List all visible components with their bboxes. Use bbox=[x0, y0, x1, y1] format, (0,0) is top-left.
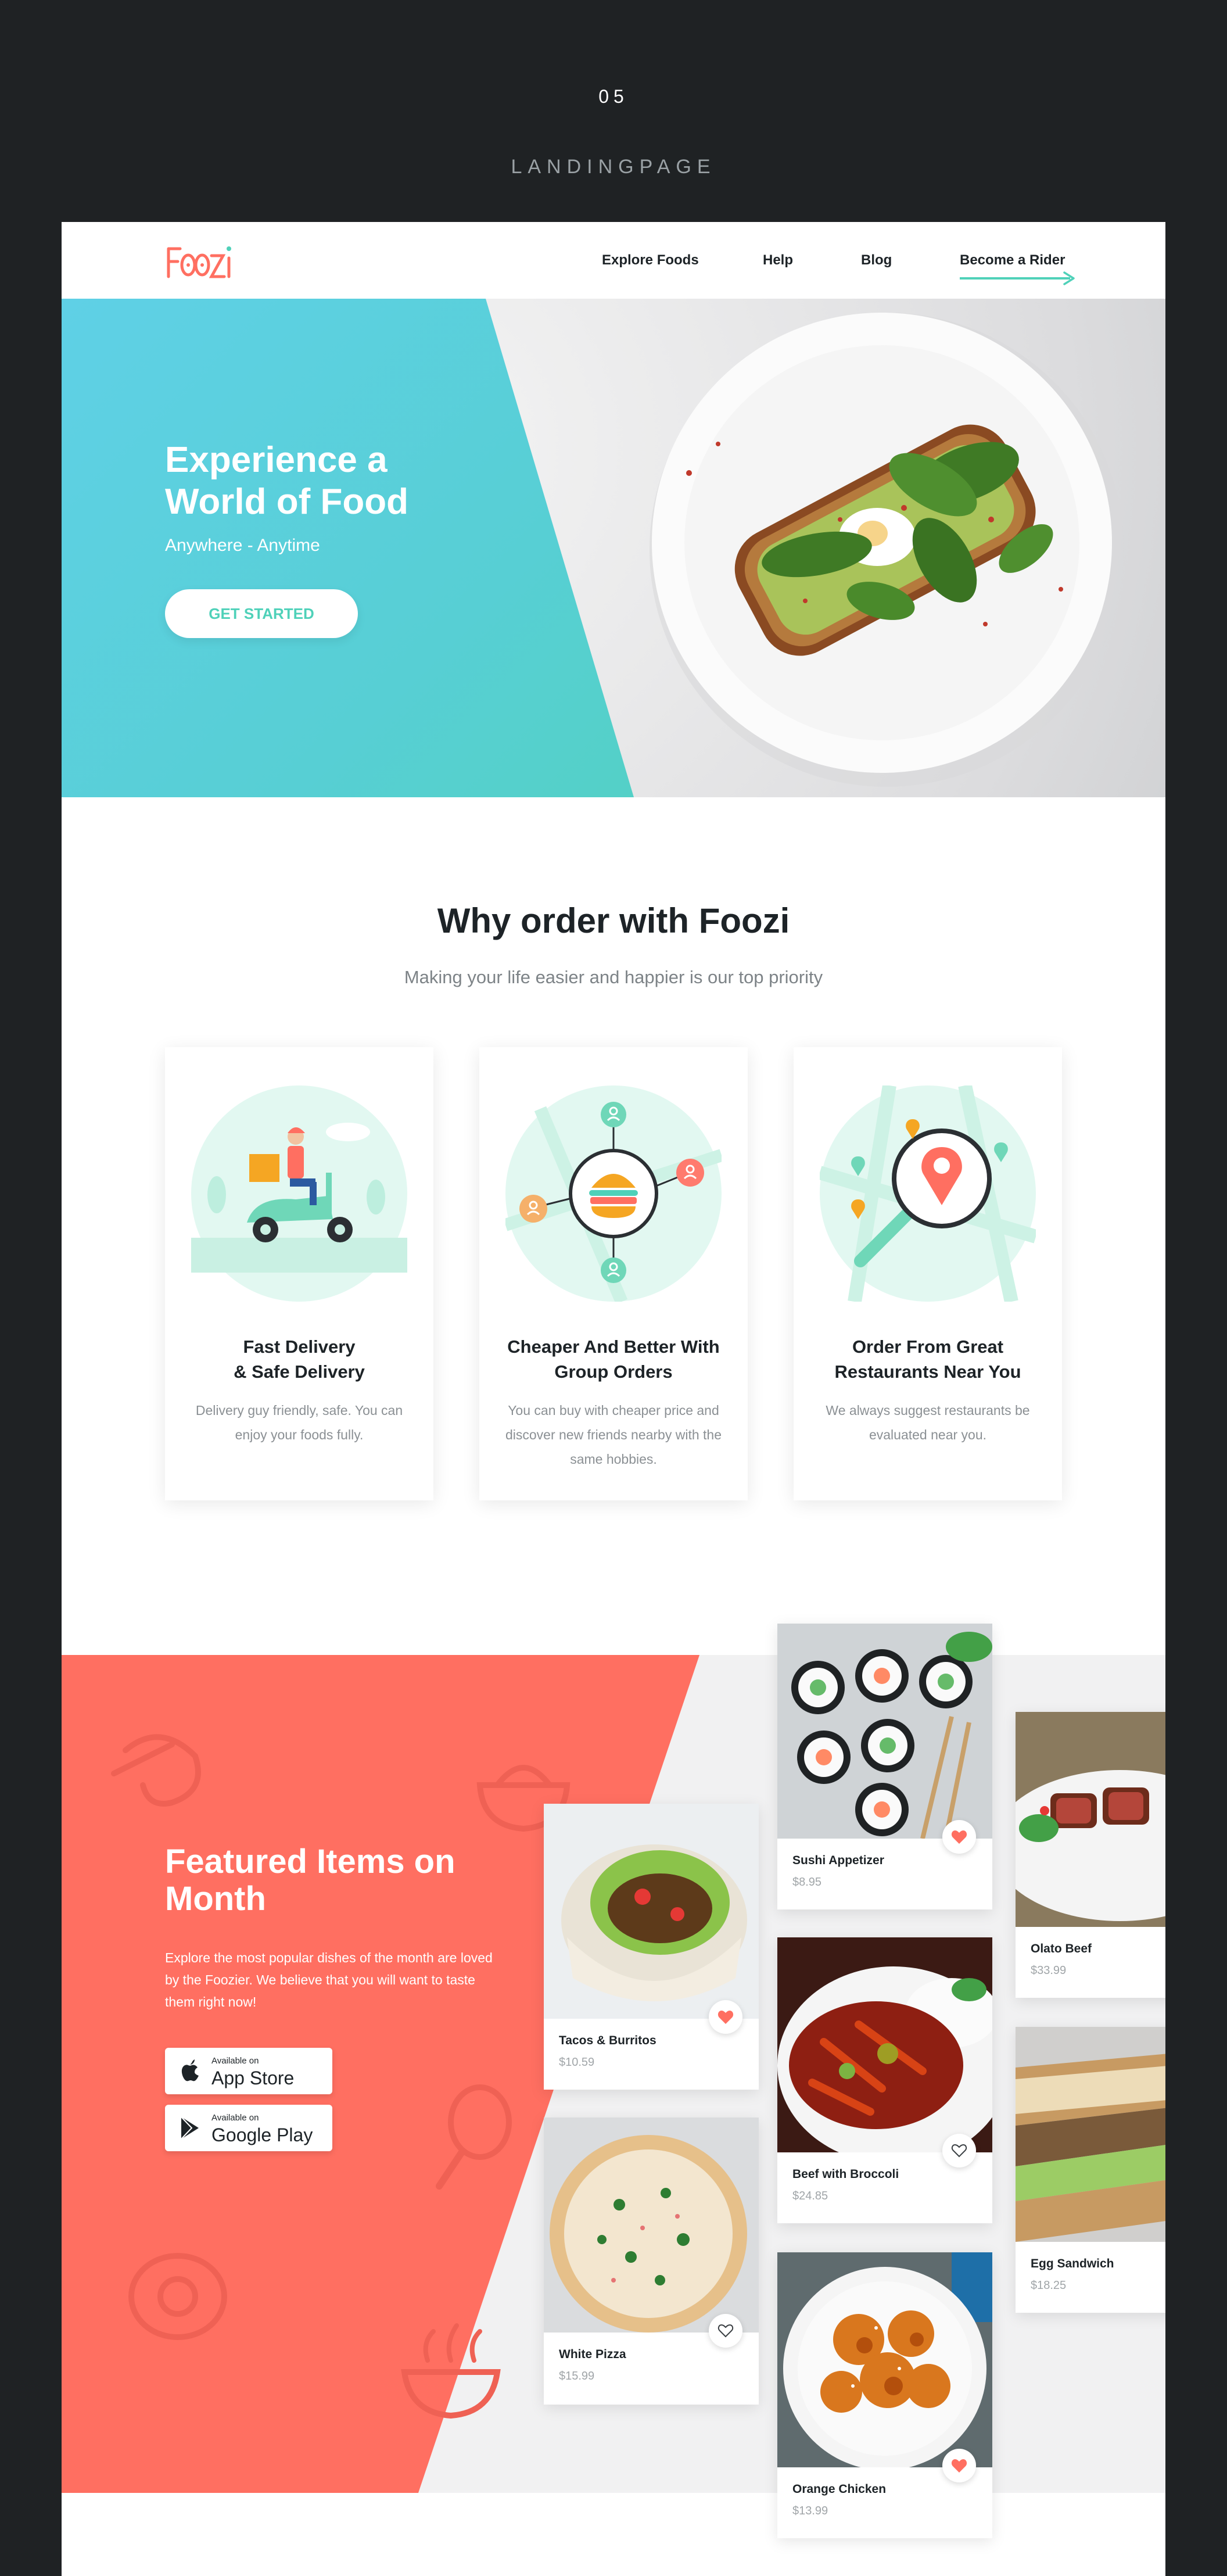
food-card[interactable]: Orange Chicken $13.99 bbox=[777, 2252, 992, 2538]
card-title: Order From Great Restaurants Near You bbox=[834, 1337, 1021, 1382]
app-store-button[interactable]: Available on App Store bbox=[165, 2048, 332, 2094]
favorite-button[interactable] bbox=[942, 1820, 976, 1854]
food-name: Beef with Broccoli bbox=[792, 2167, 899, 2181]
apple-icon bbox=[181, 2059, 199, 2081]
favorite-button[interactable] bbox=[942, 2449, 976, 2482]
favorite-button[interactable] bbox=[709, 2000, 742, 2034]
store-big-label: App Store bbox=[211, 2068, 295, 2088]
food-name: Egg Sandwich bbox=[1031, 2257, 1114, 2270]
arrow-right-icon bbox=[1063, 271, 1075, 285]
map-search-icon bbox=[820, 1085, 1036, 1302]
get-started-button[interactable]: GET STARTED bbox=[165, 589, 358, 638]
nav-become-rider[interactable]: Become a Rider bbox=[960, 252, 1065, 268]
tacos-burritos-image bbox=[544, 1804, 759, 2019]
google-play-icon bbox=[181, 2116, 199, 2140]
beef-broccoli-image bbox=[777, 1937, 992, 2152]
why-title: Why order with Foozi bbox=[437, 901, 790, 940]
food-price: $33.99 bbox=[1031, 1964, 1067, 1977]
group-order-icon bbox=[505, 1085, 722, 1302]
sushi-appetizer-image bbox=[777, 1624, 992, 1839]
featured-title: Featured Items on Month bbox=[165, 1843, 455, 1918]
orange-chicken-image bbox=[777, 2252, 992, 2467]
nav-help[interactable]: Help bbox=[763, 252, 793, 268]
food-card[interactable]: Tacos & Burritos $10.59 bbox=[544, 1804, 759, 2090]
food-price: $10.59 bbox=[559, 2056, 595, 2069]
store-small-label: Available on bbox=[211, 2113, 259, 2123]
heart-filled-icon bbox=[951, 1830, 967, 1844]
hero-title: Experience a World of Food bbox=[165, 440, 408, 522]
egg-deco-icon bbox=[128, 2253, 227, 2340]
hero-subtitle: Anywhere - Anytime bbox=[165, 536, 320, 555]
heart-filled-icon bbox=[951, 2459, 967, 2473]
food-name: Tacos & Burritos bbox=[559, 2034, 656, 2047]
food-price: $24.85 bbox=[792, 2190, 828, 2202]
food-card[interactable]: Egg Sandwich $18.25 bbox=[1016, 2027, 1165, 2313]
food-card[interactable]: White Pizza $15.99 bbox=[544, 2118, 759, 2405]
card-description: You can buy with cheaper price and disco… bbox=[505, 1403, 722, 1467]
why-subtitle: Making your life easier and happier is o… bbox=[404, 967, 823, 987]
store-big-label: Google Play bbox=[211, 2124, 313, 2145]
food-name: White Pizza bbox=[559, 2348, 626, 2361]
hero-section: Experience a World of Food Anywhere - An… bbox=[62, 299, 1165, 797]
navbar: Explore Foods Help Blog Become a Rider bbox=[62, 222, 1165, 299]
section-number: 05 bbox=[598, 86, 629, 107]
egg-sandwich-image bbox=[1016, 2027, 1165, 2242]
food-price: $15.99 bbox=[559, 2370, 595, 2382]
olato-beef-image bbox=[1016, 1712, 1165, 1927]
favorite-button[interactable] bbox=[709, 2314, 742, 2348]
heart-outline-icon bbox=[717, 2324, 734, 2338]
food-name: Sushi Appetizer bbox=[792, 1854, 884, 1867]
delivery-scooter-icon bbox=[191, 1085, 407, 1302]
landing-page: Explore Foods Help Blog Become a Rider E… bbox=[62, 222, 1165, 2576]
food-name: Orange Chicken bbox=[792, 2482, 887, 2496]
nav-active-underline bbox=[960, 277, 1070, 280]
card-description: We always suggest restaurants be evaluat… bbox=[826, 1403, 1030, 1442]
drumstick-deco-icon bbox=[436, 2084, 512, 2190]
google-play-button[interactable]: Available on Google Play bbox=[165, 2105, 332, 2151]
food-price: $18.25 bbox=[1031, 2279, 1067, 2292]
nav-explore-foods[interactable]: Explore Foods bbox=[602, 252, 699, 268]
favorite-button[interactable] bbox=[942, 2134, 976, 2167]
heart-filled-icon bbox=[717, 2011, 734, 2024]
food-card[interactable]: Sushi Appetizer $8.95 bbox=[777, 1624, 992, 1909]
card-title: Fast Delivery & Safe Delivery bbox=[234, 1337, 365, 1382]
section-title: LANDINGPAGE bbox=[511, 156, 716, 178]
foozi-logo[interactable] bbox=[165, 241, 232, 281]
food-name: Olato Beef bbox=[1031, 1942, 1092, 1955]
food-card[interactable]: Beef with Broccoli $24.85 bbox=[777, 1937, 992, 2223]
feature-card-delivery: Fast Delivery & Safe Delivery Delivery g… bbox=[165, 1047, 433, 1500]
food-card[interactable]: Olato Beef $33.99 bbox=[1016, 1712, 1165, 1998]
card-title: Cheaper And Better With Group Orders bbox=[507, 1337, 720, 1382]
card-description: Delivery guy friendly, safe. You can enj… bbox=[195, 1403, 403, 1442]
shrimp-deco-icon bbox=[111, 1734, 201, 1807]
nav-blog[interactable]: Blog bbox=[861, 252, 892, 268]
feature-card-group: Cheaper And Better With Group Orders You… bbox=[479, 1047, 748, 1500]
store-small-label: Available on bbox=[211, 2056, 259, 2066]
food-price: $13.99 bbox=[792, 2505, 828, 2517]
heart-outline-icon bbox=[951, 2144, 967, 2158]
featured-description: Explore the most popular dishes of the m… bbox=[165, 1950, 493, 2009]
white-pizza-image bbox=[544, 2118, 759, 2333]
soup-bowl-deco-icon bbox=[401, 2323, 501, 2419]
food-price: $8.95 bbox=[792, 1876, 822, 1889]
feature-card-restaurants: Order From Great Restaurants Near You We… bbox=[794, 1047, 1062, 1500]
